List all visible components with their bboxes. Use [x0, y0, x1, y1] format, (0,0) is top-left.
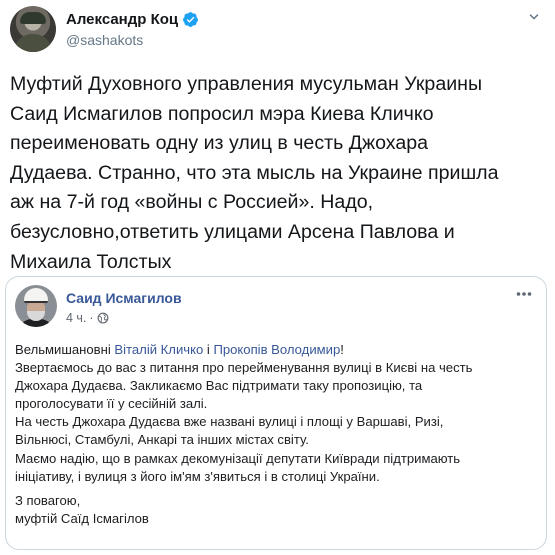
body-line: Звертаємось до вас з питання про перейме… [15, 360, 473, 376]
body-line: проголосувати її у сесійній залі. [15, 396, 208, 412]
greeting-line: Вельмишановні Віталій Кличко і Прокопів … [15, 341, 539, 359]
fb-post-body: Вельмишановні Віталій Кличко і Прокопів … [15, 341, 539, 528]
greeting-prefix: Вельмишановні [15, 342, 115, 357]
author-avatar[interactable] [10, 6, 56, 52]
body-line: ініціативу, і вулиця з його ім'ям з'явит… [15, 468, 380, 484]
signature-line: муфтій Саїд Ісмагілов [15, 510, 149, 526]
facebook-post-screenshot: Саид Исмагилов 4 ч. · Вельмишановні Віта… [5, 276, 547, 550]
fb-author-avatar [15, 285, 57, 327]
greeting-and: і [203, 342, 214, 357]
tweet-header: Александр Коц @sashakots [10, 6, 545, 52]
author-name-row: Александр Коц [66, 11, 199, 28]
closing-line: З повагою, [15, 492, 81, 508]
meta-separator: · [89, 311, 94, 325]
body-line: Маємо надію, що в рамках декомунізації д… [15, 450, 461, 466]
chevron-down-icon[interactable] [525, 8, 543, 26]
greeting-suffix: ! [340, 342, 344, 357]
mention-klitschko: Віталій Кличко [114, 342, 204, 357]
fb-author-name: Саид Исмагилов [66, 290, 182, 306]
verified-badge-icon [183, 12, 199, 27]
fb-post-meta: 4 ч. · [66, 311, 109, 325]
body-line: Вільнюсі, Стамбулі, Анкарі та інших міст… [15, 432, 309, 448]
globe-icon [97, 312, 109, 324]
author-handle[interactable]: @sashakots [66, 32, 143, 48]
tweet-text: Муфтий Духовного управления мусульман Ук… [10, 73, 499, 273]
body-line: Джохара Дудаєва. Закликаємо Вас підтрима… [15, 378, 423, 394]
fb-post-time: 4 ч. [66, 311, 87, 325]
author-name[interactable]: Александр Коц [66, 11, 178, 28]
body-line: На честь Джохара Дудаєва вже названі вул… [15, 414, 444, 430]
mention-prokopiv: Прокопів Володимир [213, 342, 341, 357]
more-options-icon [516, 292, 532, 296]
